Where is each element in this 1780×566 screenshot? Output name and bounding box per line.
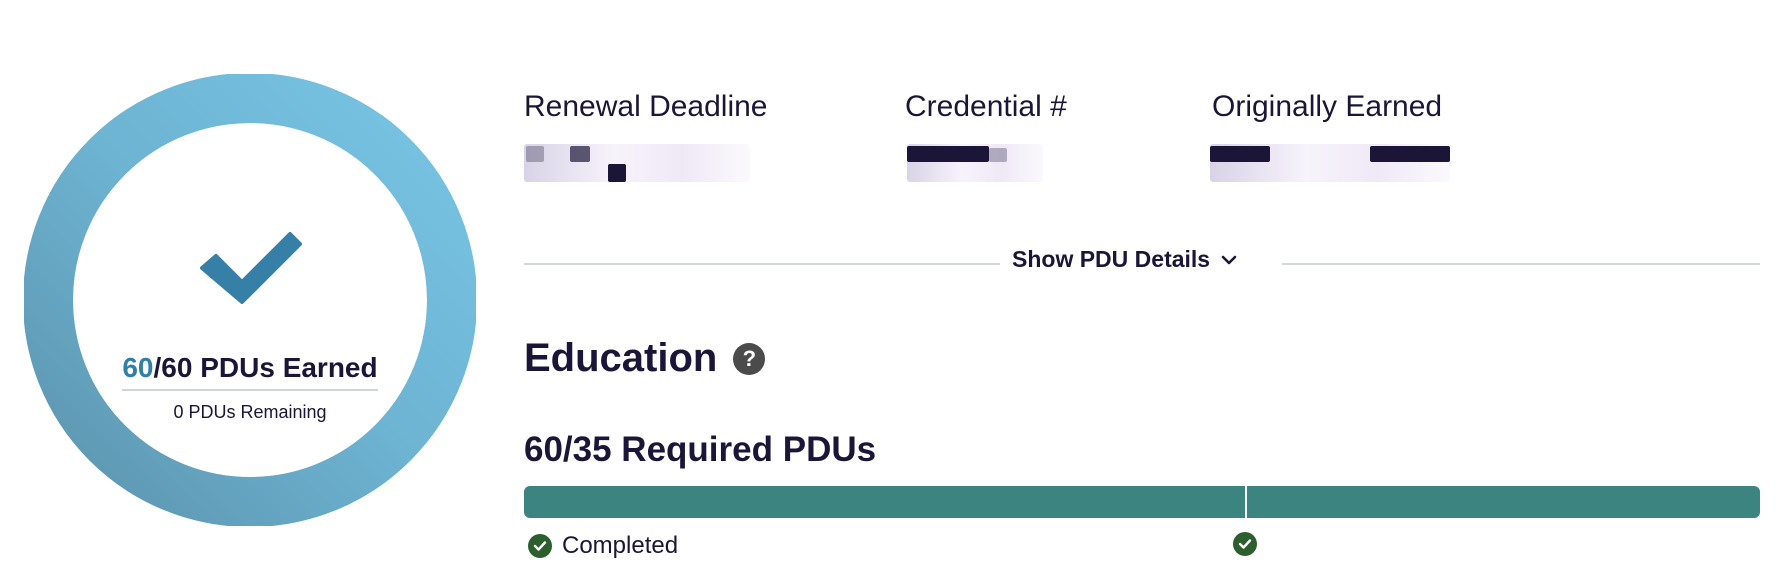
required-pdus-heading: 60/35 Required PDUs: [524, 430, 877, 469]
renewal-deadline-value-redacted: [524, 144, 750, 182]
completed-check-icon: [528, 534, 552, 558]
completed-label: Completed: [562, 532, 679, 559]
details-divider-left: [524, 263, 1000, 265]
earned-divider: [122, 389, 378, 391]
education-section-title: Education ?: [524, 336, 766, 381]
pdus-earned-count: 60: [122, 352, 154, 383]
details-divider-right: [1282, 263, 1760, 265]
education-title: Education: [524, 336, 718, 380]
credential-number-value-redacted: [907, 144, 1043, 182]
show-pdu-details-button[interactable]: Show PDU Details: [1012, 246, 1238, 273]
pdus-remaining-text: 0 PDUs Remaining: [173, 402, 327, 422]
credential-number-field: Credential #: [905, 90, 1067, 182]
originally-earned-value-redacted: [1210, 144, 1450, 182]
pdu-progress-ring: 60/60 PDUs Earned 0 PDUs Remaining: [24, 74, 476, 526]
renewal-deadline-field: Renewal Deadline: [524, 90, 768, 182]
chevron-down-icon: [1221, 255, 1237, 264]
education-progress-fill: [524, 486, 1760, 518]
threshold-completed-indicator: [1233, 532, 1257, 556]
show-pdu-details-label: Show PDU Details: [1012, 246, 1211, 272]
originally-earned-field: Originally Earned: [1210, 90, 1450, 182]
originally-earned-label: Originally Earned: [1212, 90, 1443, 123]
required-threshold-marker: [1244, 486, 1247, 518]
pdus-earned-suffix: /60 PDUs Earned: [153, 352, 378, 383]
ring-center: 60/60 PDUs Earned 0 PDUs Remaining: [24, 74, 476, 526]
threshold-check-icon: [1233, 532, 1257, 556]
education-progress-bar: [524, 486, 1760, 518]
credential-number-label: Credential #: [905, 90, 1067, 123]
renewal-deadline-label: Renewal Deadline: [524, 90, 768, 123]
completed-legend: Completed: [528, 532, 678, 560]
help-icon[interactable]: ?: [733, 342, 766, 375]
pdus-earned-text: 60/60 PDUs Earned: [122, 352, 378, 384]
checkmark-icon: [200, 232, 302, 304]
